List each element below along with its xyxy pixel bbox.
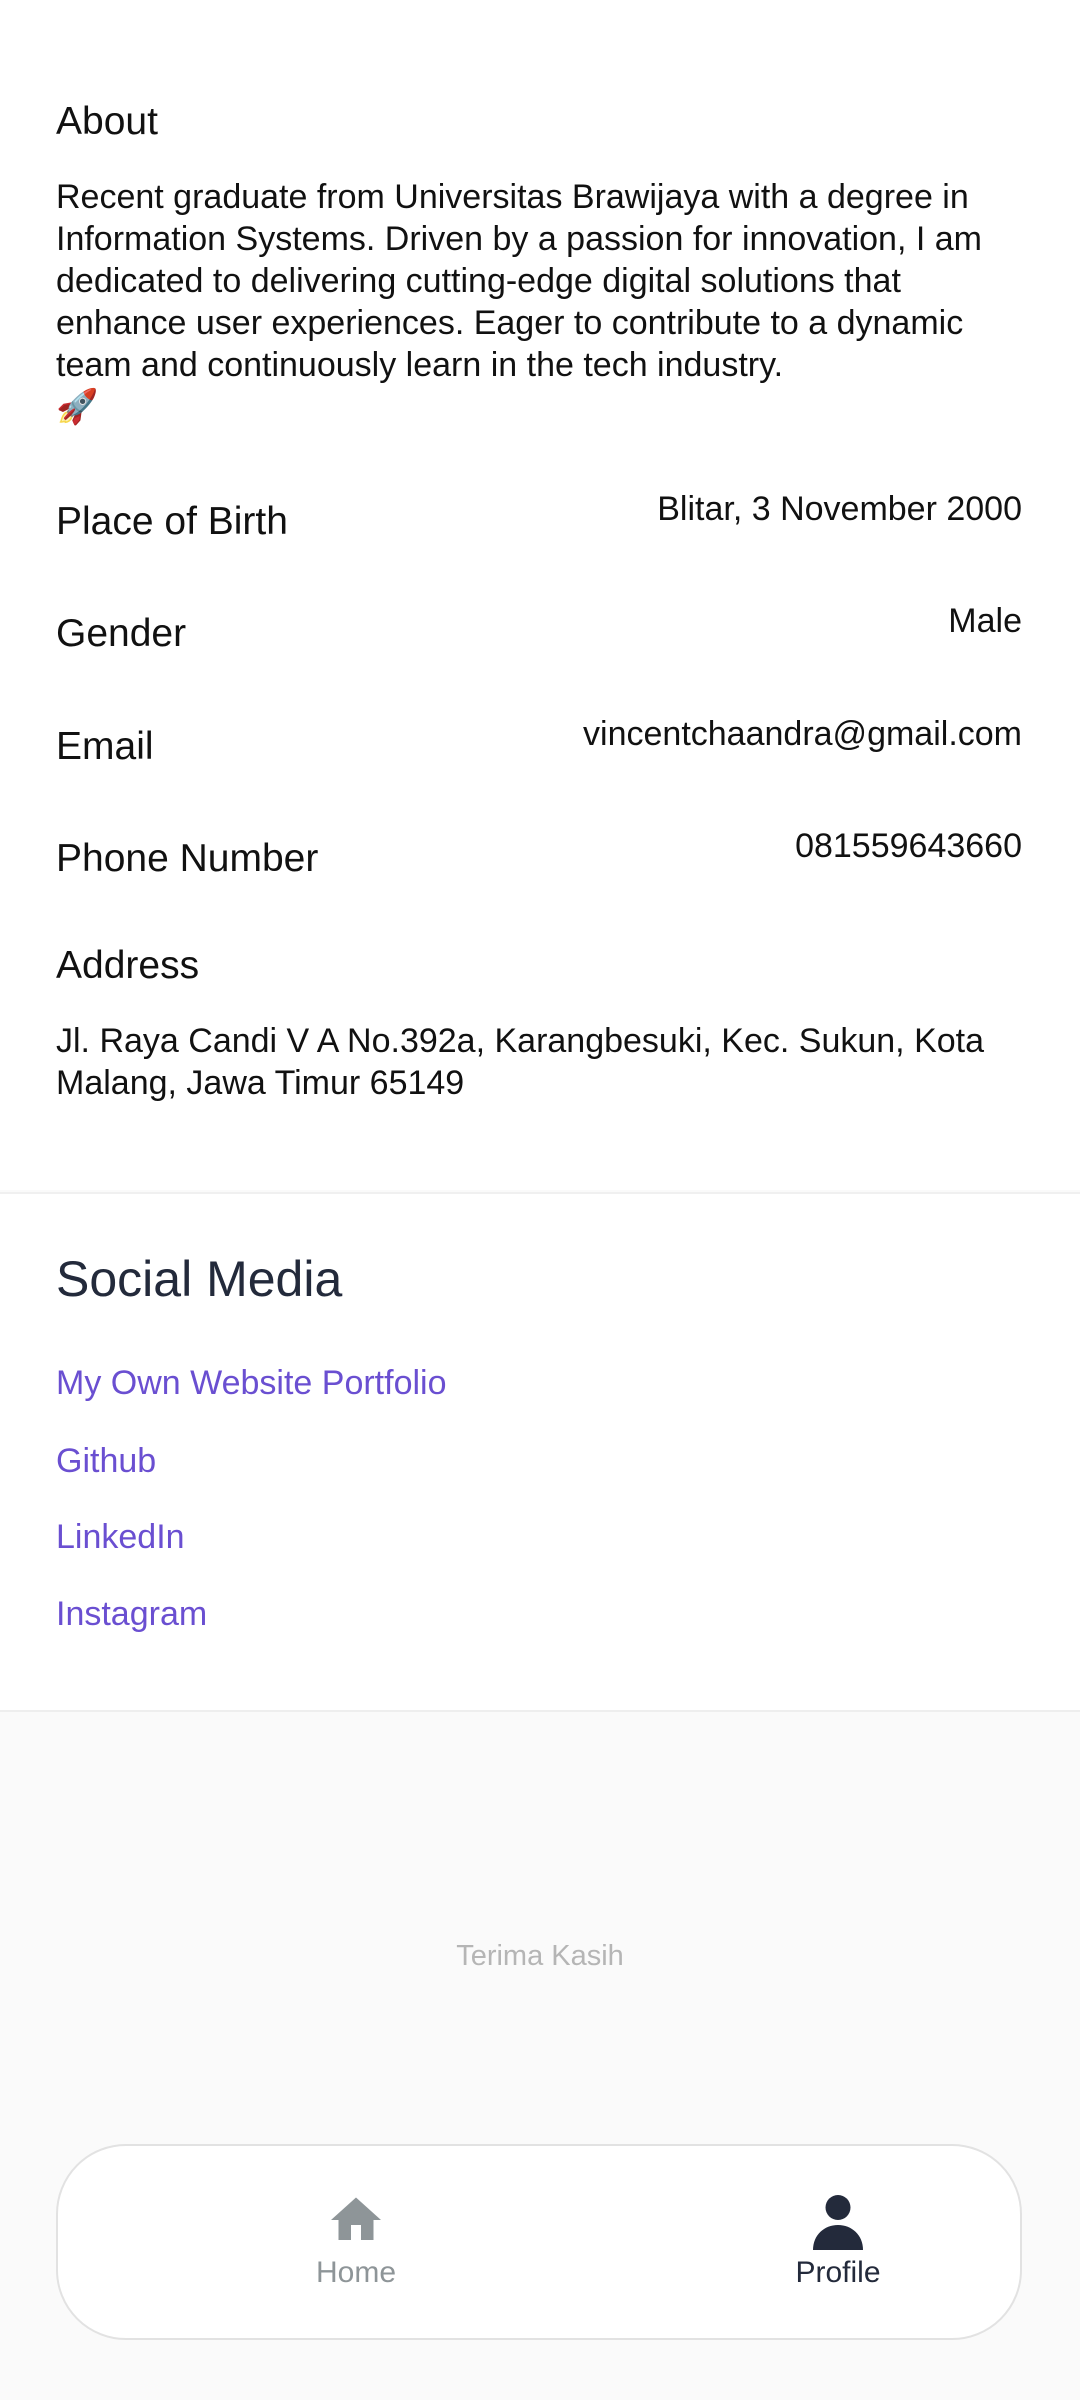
link-instagram[interactable]: Instagram xyxy=(56,1595,207,1634)
social-media-title: Social Media xyxy=(56,1251,343,1307)
link-github[interactable]: Github xyxy=(56,1442,156,1481)
info-row-place-of-birth: Place of Birth Blitar, 3 November 2000 xyxy=(56,490,1022,550)
link-website-portfolio[interactable]: My Own Website Portfolio xyxy=(56,1364,447,1403)
gender-value: Male xyxy=(948,602,1022,640)
address-label: Address xyxy=(56,944,200,987)
email-label: Email xyxy=(56,725,154,768)
address-value: Jl. Raya Candi V A No.392a, Karangbesuki… xyxy=(56,1022,985,1102)
profile-icon xyxy=(813,2195,863,2250)
about-description: Recent graduate from Universitas Brawija… xyxy=(56,178,982,384)
about-label: About xyxy=(56,100,158,143)
nav-label-home: Home xyxy=(315,2256,397,2289)
nav-label-profile: Profile xyxy=(795,2256,881,2289)
profile-page: About Recent graduate from Universitas B… xyxy=(0,0,1080,2400)
place-of-birth-value: Blitar, 3 November 2000 xyxy=(657,490,1022,528)
phone-number-label: Phone Number xyxy=(56,837,319,880)
link-linkedin[interactable]: LinkedIn xyxy=(56,1518,185,1557)
place-of-birth-label: Place of Birth xyxy=(56,500,288,543)
info-row-phone-number: Phone Number 081559643660 xyxy=(56,827,1022,887)
home-icon xyxy=(331,2197,381,2240)
info-row-gender: Gender Male xyxy=(56,602,1022,662)
about-text: Recent graduate from Universitas Brawija… xyxy=(56,176,1016,428)
phone-number-value: 081559643660 xyxy=(795,827,1022,865)
nav-item-profile[interactable]: Profile xyxy=(738,2190,938,2300)
nav-item-home[interactable]: Home xyxy=(256,2190,456,2300)
rocket-icon: 🚀 xyxy=(56,388,99,426)
bottom-navigation: Home Profile xyxy=(56,2144,1022,2340)
info-row-email: Email vincentchaandra@gmail.com xyxy=(56,715,1022,775)
email-value: vincentchaandra@gmail.com xyxy=(583,715,1022,753)
gender-label: Gender xyxy=(56,612,187,655)
footer-thanks: Terima Kasih xyxy=(456,1940,624,1972)
